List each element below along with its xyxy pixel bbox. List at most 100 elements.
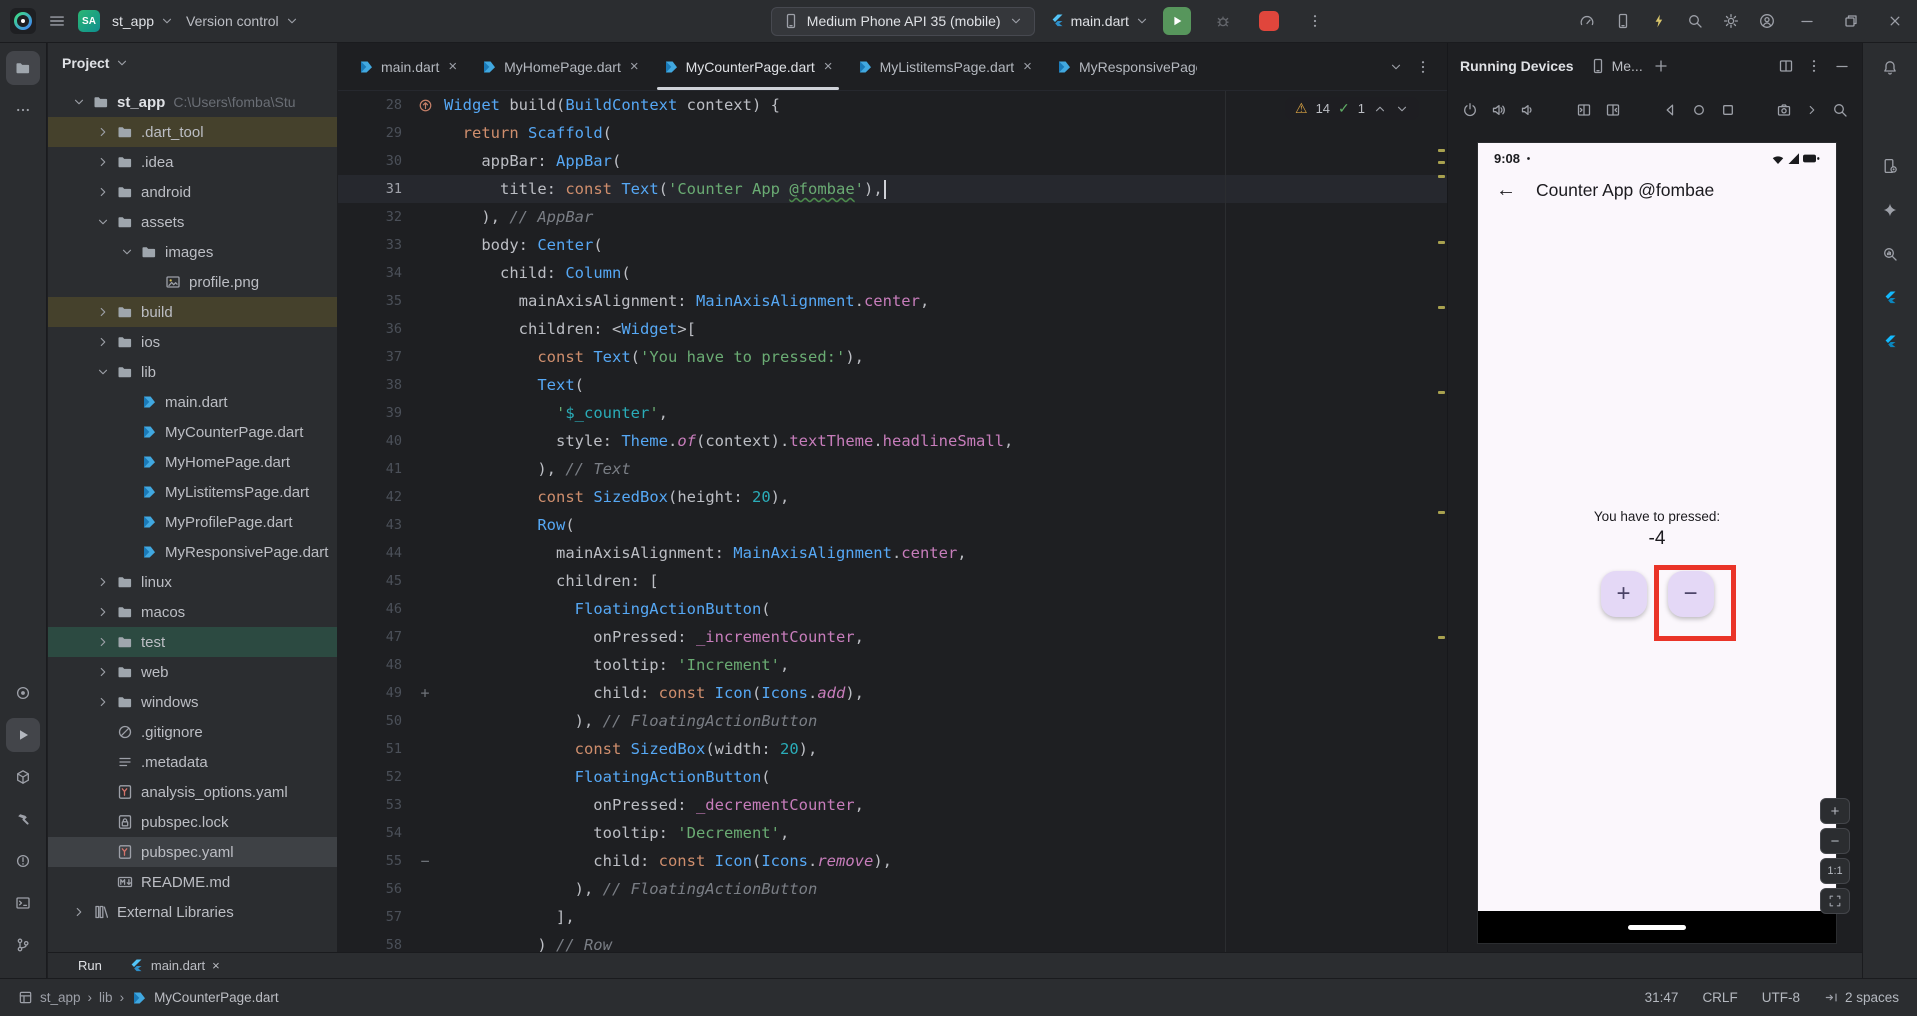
tree-item-build[interactable]: build xyxy=(48,297,337,327)
device-manager-button[interactable] xyxy=(1873,149,1907,183)
code-line-41[interactable]: 41 ), // Text xyxy=(338,455,1447,483)
tree-item-web[interactable]: web xyxy=(48,657,337,687)
inspections-widget[interactable]: ⚠ 14 ✓ 1 xyxy=(1285,97,1419,120)
tab-main-dart[interactable]: main.dart × xyxy=(346,43,469,90)
nav-overview-icon[interactable] xyxy=(1720,102,1736,118)
chevron-right-icon[interactable] xyxy=(68,905,90,919)
code-line-34[interactable]: 34 child: Column( xyxy=(338,259,1447,287)
tree-item-assets[interactable]: assets xyxy=(48,207,337,237)
chevron-right-icon[interactable] xyxy=(92,185,114,199)
tab-myhomepage-dart[interactable]: MyHomePage.dart × xyxy=(469,43,650,90)
code-line-36[interactable]: 36 children: <Widget>[ xyxy=(338,315,1447,343)
power-icon[interactable] xyxy=(1462,102,1478,118)
chevron-right-icon[interactable] xyxy=(92,665,114,679)
hidden-tabs-chevron-icon[interactable] xyxy=(1389,60,1403,74)
tree-item-pubspec-yaml[interactable]: pubspec.yaml xyxy=(48,837,337,867)
chevron-right-icon[interactable] xyxy=(92,125,114,139)
volume-down-icon[interactable] xyxy=(1520,102,1536,118)
chevron-right-icon[interactable] xyxy=(92,305,114,319)
zoom-ratio-button[interactable]: 1:1 xyxy=(1820,858,1850,884)
code-line-52[interactable]: 52 FloatingActionButton( xyxy=(338,763,1447,791)
dart-analysis-button[interactable] xyxy=(6,676,40,710)
code-line-57[interactable]: 57 ], xyxy=(338,903,1447,931)
close-tab-icon[interactable]: × xyxy=(824,58,833,75)
gemini-button[interactable] xyxy=(1873,193,1907,227)
more-actions-chevron-icon[interactable] xyxy=(1805,103,1819,117)
tree-item-idea[interactable]: .idea xyxy=(48,147,337,177)
code-line-31[interactable]: 31 title: const Text('Counter App @fomba… xyxy=(338,175,1447,203)
code-line-37[interactable]: 37 const Text('You have to pressed:'), xyxy=(338,343,1447,371)
stop-button[interactable] xyxy=(1255,7,1283,35)
tree-item-macos[interactable]: macos xyxy=(48,597,337,627)
tree-item-external-libraries[interactable]: External Libraries xyxy=(48,897,337,927)
tree-item-mycounterpage-dart[interactable]: MyCounterPage.dart xyxy=(48,417,337,447)
emulator-screen[interactable]: 9:08 ← Counter App @fombae You have to p… xyxy=(1478,143,1836,943)
more-options-icon[interactable] xyxy=(1806,58,1822,74)
tree-item-android[interactable]: android xyxy=(48,177,337,207)
close-tab-icon[interactable]: × xyxy=(1023,58,1032,75)
tree-item-main-dart[interactable]: main.dart xyxy=(48,387,337,417)
search-everywhere-button[interactable] xyxy=(1677,3,1713,39)
add-device-icon[interactable] xyxy=(1653,58,1669,74)
code-line-48[interactable]: 48 tooltip: 'Increment', xyxy=(338,651,1447,679)
home-indicator[interactable] xyxy=(1628,924,1686,930)
chevron-down-icon[interactable] xyxy=(68,95,90,109)
unfold-icon[interactable] xyxy=(1605,102,1621,118)
version-control-button[interactable] xyxy=(6,928,40,962)
code-line-40[interactable]: 40 style: Theme.of(context).textTheme.he… xyxy=(338,427,1447,455)
code-line-42[interactable]: 42 const SizedBox(height: 20), xyxy=(338,483,1447,511)
code-line-50[interactable]: 50 ), // FloatingActionButton xyxy=(338,707,1447,735)
tree-item-lib[interactable]: lib xyxy=(48,357,337,387)
flutter-performance-button[interactable] xyxy=(1873,325,1907,359)
hot-reload-button[interactable] xyxy=(1641,3,1677,39)
tree-item-myprofilepage-dart[interactable]: MyProfilePage.dart xyxy=(48,507,337,537)
zoom-mode-icon[interactable] xyxy=(1832,102,1848,118)
code-line-51[interactable]: 51 const SizedBox(width: 20), xyxy=(338,735,1447,763)
tab-options-icon[interactable] xyxy=(1415,59,1431,75)
error-stripe[interactable] xyxy=(1435,91,1447,952)
run-tool-button[interactable] xyxy=(6,718,40,752)
problems-button[interactable] xyxy=(6,844,40,878)
hide-panel-icon[interactable] xyxy=(1834,58,1850,74)
tree-item-st-app[interactable]: st_app C:\Users\fomba\Stu xyxy=(48,87,337,117)
device-mirroring-button[interactable] xyxy=(1605,3,1641,39)
code-line-29[interactable]: 29 return Scaffold( xyxy=(338,119,1447,147)
tree-item-analysis-options-yaml[interactable]: analysis_options.yaml xyxy=(48,777,337,807)
split-view-icon[interactable] xyxy=(1778,58,1794,74)
code-line-35[interactable]: 35 mainAxisAlignment: MainAxisAlignment.… xyxy=(338,287,1447,315)
tree-item-pubspec-lock[interactable]: pubspec.lock xyxy=(48,807,337,837)
volume-up-icon[interactable] xyxy=(1491,102,1507,118)
code-line-58[interactable]: 58 ) // Row xyxy=(338,931,1447,952)
tree-item-images[interactable]: images xyxy=(48,237,337,267)
flutter-inspector-button[interactable] xyxy=(1873,281,1907,315)
tree-item-myresponsivepage-dart[interactable]: MyResponsivePage.dart xyxy=(48,537,337,567)
more-tool-windows-button[interactable] xyxy=(6,93,40,127)
line-separator-widget[interactable]: CRLF xyxy=(1702,990,1737,1005)
run-button[interactable] xyxy=(1162,7,1191,35)
tree-item-gitignore[interactable]: .gitignore xyxy=(48,717,337,747)
screenshot-icon[interactable] xyxy=(1776,102,1792,118)
code-line-30[interactable]: 30 appBar: AppBar( xyxy=(338,147,1447,175)
chevron-right-icon[interactable] xyxy=(92,575,114,589)
device-selector[interactable]: Medium Phone API 35 (mobile) xyxy=(770,6,1035,36)
back-icon[interactable]: ← xyxy=(1496,179,1516,202)
code-line-54[interactable]: 54 tooltip: 'Decrement', xyxy=(338,819,1447,847)
code-line-32[interactable]: 32 ), // AppBar xyxy=(338,203,1447,231)
code-line-49[interactable]: 49 + child: const Icon(Icons.add), xyxy=(338,679,1447,707)
tree-item-profile-png[interactable]: profile.png xyxy=(48,267,337,297)
tree-item-dart-tool[interactable]: .dart_tool xyxy=(48,117,337,147)
tree-item-myhomepage-dart[interactable]: MyHomePage.dart xyxy=(48,447,337,477)
build-button[interactable] xyxy=(6,802,40,836)
app-quality-insights-button[interactable] xyxy=(1873,237,1907,271)
close-tab-icon[interactable]: × xyxy=(630,58,639,75)
device-tab[interactable]: Me... xyxy=(1590,58,1643,74)
tree-item-test[interactable]: test xyxy=(48,627,337,657)
code-line-56[interactable]: 56 ), // FloatingActionButton xyxy=(338,875,1447,903)
code-line-45[interactable]: 45 children: [ xyxy=(338,567,1447,595)
project-panel-header[interactable]: Project xyxy=(48,43,337,83)
next-problem-icon[interactable] xyxy=(1395,102,1409,116)
chevron-right-icon[interactable] xyxy=(92,155,114,169)
caret-position-widget[interactable]: 31:47 xyxy=(1645,990,1679,1005)
terminal-button[interactable] xyxy=(6,886,40,920)
attach-debugger-button[interactable] xyxy=(1205,3,1241,39)
